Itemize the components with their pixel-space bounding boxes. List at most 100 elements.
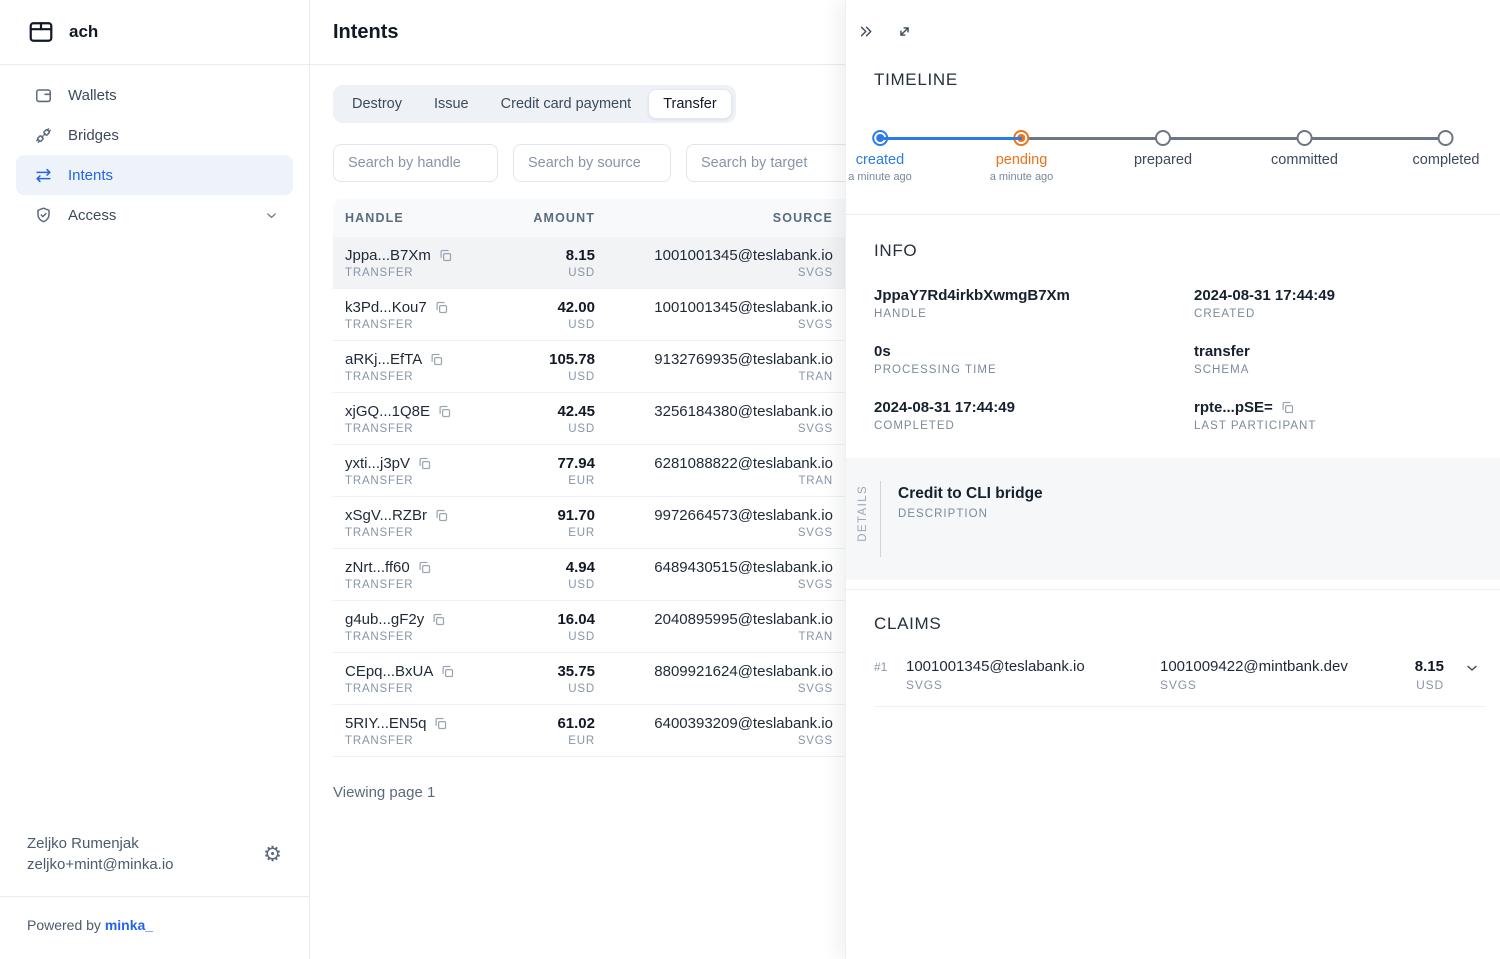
intent-amount: 8.15 <box>505 247 595 264</box>
table-row[interactable]: xjGQ...1Q8E TRANSFER 42.45 USD 325618438… <box>333 393 845 445</box>
sidebar-item-wallets[interactable]: Wallets <box>16 75 293 115</box>
intent-handle: zNrt...ff60 <box>345 559 410 576</box>
sidebar-nav: Wallets Bridges <box>0 65 309 815</box>
minka-brand-link[interactable]: minka_ <box>105 917 153 933</box>
intent-type: TRANSFER <box>345 579 505 591</box>
table-row[interactable]: Jppa...B7Xm TRANSFER 8.15 USD 1001001345… <box>333 237 845 289</box>
copy-icon[interactable] <box>417 560 432 575</box>
intent-source-symbol: SVGS <box>595 579 833 591</box>
tab-destroy[interactable]: Destroy <box>337 89 417 119</box>
intent-type: TRANSFER <box>345 319 505 331</box>
intent-source: 9972664573@teslabank.io <box>595 507 833 524</box>
sidebar: ach Wallets <box>0 0 310 959</box>
intent-amount: 42.45 <box>505 403 595 420</box>
table-row[interactable]: CEpq...BxUA TRANSFER 35.75 USD 880992162… <box>333 653 845 705</box>
intent-currency: USD <box>505 371 595 383</box>
transfer-arrows-icon <box>34 166 53 185</box>
copy-icon[interactable] <box>440 664 455 679</box>
sidebar-item-intents[interactable]: Intents <box>16 155 293 195</box>
pagination-status: Viewing page 1 <box>333 784 845 801</box>
copy-icon[interactable] <box>429 352 444 367</box>
shield-check-icon <box>34 206 53 225</box>
search-by-target-input[interactable] <box>686 144 845 182</box>
table-row[interactable]: zNrt...ff60 TRANSFER 4.94 USD 6489430515… <box>333 549 845 601</box>
search-row <box>333 144 845 182</box>
user-block: Zeljko Rumenjak zeljko+mint@minka.io ⚙ <box>0 815 309 897</box>
intent-amount: 35.75 <box>505 663 595 680</box>
sidebar-item-label: Intents <box>68 167 113 184</box>
copy-icon[interactable] <box>434 300 449 315</box>
copy-icon[interactable] <box>431 612 446 627</box>
table-row[interactable]: yxti...j3pV TRANSFER 77.94 EUR 628108882… <box>333 445 845 497</box>
timeline-section: TIMELINE created a minute ago pending a … <box>846 43 1500 188</box>
tab-credit-card-payment[interactable]: Credit card payment <box>486 89 647 119</box>
claim-amount: 8.15 USD <box>1415 658 1444 692</box>
copy-icon[interactable] <box>438 248 453 263</box>
collapse-panel-icon[interactable] <box>855 20 878 43</box>
intents-table: HANDLE AMOUNT SOURCE TARGET Jppa...B7Xm … <box>333 199 845 757</box>
user-email: zeljko+mint@minka.io <box>27 854 174 876</box>
table-row[interactable]: aRKj...EfTA TRANSFER 105.78 USD 91327699… <box>333 341 845 393</box>
intent-source: 3256184380@teslabank.io <box>595 403 833 420</box>
intent-handle: yxti...j3pV <box>345 455 410 472</box>
tab-transfer[interactable]: Transfer <box>648 89 731 119</box>
sidebar-item-bridges[interactable]: Bridges <box>16 115 293 155</box>
table-row[interactable]: 5RIY...EN5q TRANSFER 61.02 EUR 640039320… <box>333 705 845 757</box>
intent-type: TRANSFER <box>345 267 505 279</box>
intent-currency: EUR <box>505 527 595 539</box>
table-row[interactable]: g4ub...gF2y TRANSFER 16.04 USD 204089599… <box>333 601 845 653</box>
timeline-dot <box>1155 130 1171 146</box>
search-by-handle-input[interactable] <box>333 144 498 182</box>
plug-icon <box>34 126 53 145</box>
table-row[interactable]: xSgV...RZBr TRANSFER 91.70 EUR 997266457… <box>333 497 845 549</box>
intent-amount: 77.94 <box>505 455 595 472</box>
timeline-step-committed: committed <box>1271 130 1338 168</box>
copy-icon[interactable] <box>434 508 449 523</box>
copy-icon[interactable] <box>417 456 432 471</box>
claims-section: CLAIMS #1 1001001345@teslabank.io SVGS 1… <box>846 590 1500 707</box>
intent-source-symbol: SVGS <box>595 527 833 539</box>
intent-currency: USD <box>505 579 595 591</box>
intent-source-symbol: TRAN <box>595 631 833 643</box>
copy-icon[interactable] <box>1280 400 1295 415</box>
timeline-step-completed: completed <box>1413 130 1480 168</box>
intent-source: 6489430515@teslabank.io <box>595 559 833 576</box>
intent-type-tabs: Destroy Issue Credit card payment Transf… <box>333 85 736 123</box>
intent-type: TRANSFER <box>345 735 505 747</box>
sidebar-item-access[interactable]: Access <box>16 195 293 235</box>
intent-amount: 105.78 <box>505 351 595 368</box>
info-item-last-participant: rpte...pSE= LAST PARTICIPANT <box>1194 399 1472 432</box>
powered-by-text: Powered by <box>27 917 105 933</box>
intent-currency: USD <box>505 631 595 643</box>
claim-source: 1001001345@teslabank.io SVGS <box>906 658 1160 692</box>
timeline-step-prepared: prepared <box>1134 130 1192 168</box>
intent-handle: k3Pd...Kou7 <box>345 299 427 316</box>
tab-issue[interactable]: Issue <box>419 89 484 119</box>
gear-icon[interactable]: ⚙ <box>263 844 282 865</box>
claim-row[interactable]: #1 1001001345@teslabank.io SVGS 10010094… <box>874 658 1486 707</box>
details-side-label: DETAILS <box>857 485 869 542</box>
intent-source: 6400393209@teslabank.io <box>595 715 833 732</box>
claim-index: #1 <box>874 658 906 674</box>
table-row[interactable]: k3Pd...Kou7 TRANSFER 42.00 USD 100100134… <box>333 289 845 341</box>
intent-amount: 16.04 <box>505 611 595 628</box>
intent-type: TRANSFER <box>345 683 505 695</box>
chevron-down-icon[interactable] <box>1464 660 1480 676</box>
package-icon <box>27 18 55 46</box>
chevron-down-icon <box>264 208 279 223</box>
claim-target: 1001009422@mintbank.dev SVGS <box>1160 658 1414 692</box>
intent-amount: 61.02 <box>505 715 595 732</box>
intent-source: 1001001345@teslabank.io <box>595 299 833 316</box>
intent-amount: 42.00 <box>505 299 595 316</box>
copy-icon[interactable] <box>433 716 448 731</box>
intent-source-symbol: SVGS <box>595 423 833 435</box>
info-item-schema: transfer SCHEMA <box>1194 343 1472 376</box>
main-content: Intents Destroy Issue Credit card paymen… <box>310 0 845 959</box>
expand-panel-icon[interactable] <box>893 20 916 43</box>
intent-currency: USD <box>505 683 595 695</box>
claims-heading: CLAIMS <box>874 614 1486 634</box>
search-by-source-input[interactable] <box>513 144 671 182</box>
intent-type: TRANSFER <box>345 631 505 643</box>
copy-icon[interactable] <box>437 404 452 419</box>
intent-source-symbol: SVGS <box>595 683 833 695</box>
